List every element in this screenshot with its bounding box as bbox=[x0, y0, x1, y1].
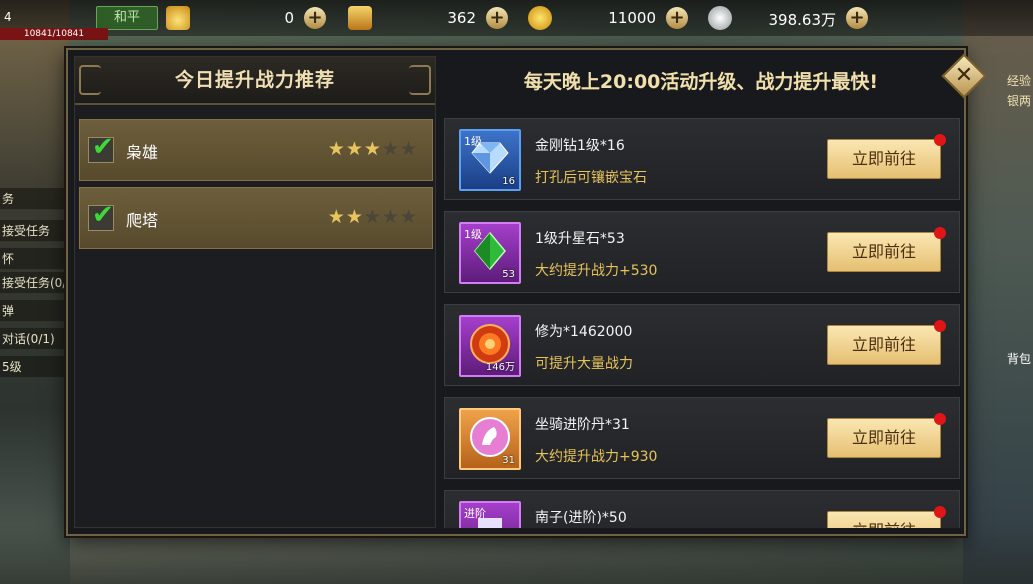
power-boost-panel: 今日提升战力推荐 ✔ 枭雄 ★★★★★ ✔ 爬塔 ★★★★★ 每天晚上20:00活动升级、… bbox=[66, 48, 987, 536]
resource-top-bar: 4 和平 10841/10841 0 + 362 + 11000 + 398.6… bbox=[0, 0, 1033, 40]
go-now-label: 立即前往 bbox=[852, 521, 916, 528]
checkbox-checked-icon[interactable]: ✔ bbox=[88, 200, 114, 231]
gold-coin-icon bbox=[528, 6, 552, 30]
resource-value: 0 bbox=[284, 9, 294, 27]
star-rating: ★★★★★ bbox=[328, 138, 418, 160]
star-icon: ★ bbox=[327, 206, 346, 228]
daily-recommend-header: 今日提升战力推荐 bbox=[75, 57, 435, 105]
boost-item-row: 1级 53 1级升星石*53 大约提升战力+530 立即前往 bbox=[444, 211, 960, 293]
resource-gold-ingot: 0 + bbox=[166, 6, 328, 30]
recommend-name: 爬塔 bbox=[126, 211, 159, 230]
item-count: 31 bbox=[502, 455, 515, 466]
task-entry[interactable]: 弹 bbox=[0, 300, 70, 322]
star-icon: ★ bbox=[327, 138, 346, 160]
item-slot[interactable]: 31 bbox=[459, 408, 521, 470]
item-level-tag: 1级 bbox=[464, 228, 482, 241]
item-description: 打孔后可镶嵌宝石 bbox=[535, 170, 647, 186]
gift-box-icon bbox=[348, 6, 372, 30]
item-description: 可提升大量战力 bbox=[535, 356, 633, 372]
resource-value: 11000 bbox=[608, 9, 656, 27]
boost-item-row: 31 坐骑进阶丹*31 大约提升战力+930 立即前往 bbox=[444, 397, 960, 479]
item-slot[interactable]: 进阶 bbox=[459, 501, 521, 528]
star-icon: ★ bbox=[363, 206, 382, 228]
red-dot-notification-icon bbox=[934, 134, 946, 146]
star-rating: ★★★★★ bbox=[328, 206, 418, 228]
item-description: 大约提升战力+530 bbox=[535, 263, 658, 279]
item-level-tag: 1级 bbox=[464, 135, 482, 148]
gold-ingot-icon bbox=[166, 6, 190, 30]
task-entry[interactable]: 接受任务 bbox=[0, 220, 70, 242]
task-tab[interactable]: 务 bbox=[0, 188, 70, 210]
task-entry[interactable]: 接受任务(0/1) bbox=[0, 272, 70, 294]
red-dot-notification-icon bbox=[934, 506, 946, 518]
go-now-label: 立即前往 bbox=[851, 428, 916, 447]
star-icon: ★ bbox=[345, 138, 364, 160]
add-gold-coin-button[interactable]: + bbox=[666, 7, 688, 29]
item-slot[interactable]: 1级 16 bbox=[459, 129, 521, 191]
resource-value: 398.63万 bbox=[768, 11, 837, 29]
star-icon: ★ bbox=[363, 138, 382, 160]
add-silver-coin-button[interactable]: + bbox=[846, 7, 868, 29]
star-icon: ★ bbox=[399, 206, 418, 228]
daily-recommend-title: 今日提升战力推荐 bbox=[174, 69, 335, 91]
boost-item-row: 进阶 南子(进阶)*50 立即前往 bbox=[444, 490, 960, 528]
recommend-row[interactable]: ✔ 枭雄 ★★★★★ bbox=[79, 119, 433, 181]
add-gift-button[interactable]: + bbox=[486, 7, 508, 29]
task-entry[interactable]: 怀 bbox=[0, 248, 70, 270]
item-name: 南子(进阶)*50 bbox=[535, 510, 627, 526]
item-count: 146万 bbox=[485, 362, 515, 373]
checkbox-checked-icon[interactable]: ✔ bbox=[88, 132, 114, 163]
item-name: 1级升星石*53 bbox=[535, 231, 625, 247]
silver-coin-icon bbox=[708, 6, 732, 30]
recommend-name: 枭雄 bbox=[126, 143, 159, 162]
task-entry[interactable]: 对话(0/1) bbox=[0, 328, 70, 350]
go-now-button[interactable]: 立即前往 bbox=[827, 134, 946, 179]
add-gold-ingot-button[interactable]: + bbox=[304, 7, 326, 29]
background-left-task-area: 务 接受任务 怀 接受任务(0/1) 弹 对话(0/1) 5级 bbox=[0, 0, 70, 584]
go-now-label: 立即前往 bbox=[851, 149, 916, 168]
item-name: 修为*1462000 bbox=[535, 324, 633, 340]
item-name: 金刚钻1级*16 bbox=[535, 138, 625, 154]
hp-bar: 10841/10841 bbox=[0, 28, 108, 40]
boost-items-column: 每天晚上20:00活动升级、战力提升最快! 1级 16 金刚钻1级*16 打孔后可镶嵌… bbox=[440, 56, 962, 528]
item-description: 大约提升战力+930 bbox=[535, 449, 658, 465]
daily-recommend-column: 今日提升战力推荐 ✔ 枭雄 ★★★★★ ✔ 爬塔 ★★★★★ bbox=[74, 56, 436, 528]
player-level: 4 bbox=[4, 10, 12, 24]
go-now-button[interactable]: 立即前往 bbox=[827, 320, 946, 365]
boost-item-row: 146万 修为*1462000 可提升大量战力 立即前往 bbox=[444, 304, 960, 386]
star-icon: ★ bbox=[381, 206, 400, 228]
resource-value: 362 bbox=[447, 9, 476, 27]
silver-label: 银两 bbox=[1006, 94, 1031, 108]
red-dot-notification-icon bbox=[934, 413, 946, 425]
close-button[interactable]: ✕ bbox=[941, 53, 987, 99]
boost-item-row: 1级 16 金刚钻1级*16 打孔后可镶嵌宝石 立即前往 bbox=[444, 118, 960, 200]
star-icon: ★ bbox=[381, 138, 400, 160]
recommend-row[interactable]: ✔ 爬塔 ★★★★★ bbox=[79, 187, 433, 249]
item-count: 16 bbox=[502, 176, 515, 187]
go-now-button[interactable]: 立即前往 bbox=[827, 227, 946, 272]
resource-gold-coin: 11000 + bbox=[528, 6, 690, 30]
item-count: 53 bbox=[502, 269, 515, 280]
item-level-tag: 进阶 bbox=[464, 507, 486, 520]
pk-mode-dropdown[interactable]: 和平 bbox=[96, 6, 158, 30]
event-tip-title: 每天晚上20:00活动升级、战力提升最快! bbox=[523, 71, 879, 93]
item-slot[interactable]: 1级 53 bbox=[459, 222, 521, 284]
go-now-label: 立即前往 bbox=[851, 335, 916, 354]
item-slot[interactable]: 146万 bbox=[459, 315, 521, 377]
go-now-label: 立即前往 bbox=[851, 242, 916, 261]
resource-gift: 362 + bbox=[348, 6, 510, 30]
item-name: 坐骑进阶丹*31 bbox=[535, 417, 630, 433]
red-dot-notification-icon bbox=[934, 227, 946, 239]
task-entry[interactable]: 5级 bbox=[0, 356, 70, 378]
star-icon: ★ bbox=[345, 206, 364, 228]
go-now-button[interactable]: 立即前往 bbox=[827, 413, 946, 458]
close-icon: ✕ bbox=[954, 63, 974, 88]
go-now-button[interactable]: 立即前往 bbox=[827, 506, 946, 528]
backpack-button[interactable]: 背包 bbox=[1007, 350, 1031, 367]
resource-silver-coin: 398.63万 + bbox=[708, 6, 870, 30]
star-icon: ★ bbox=[399, 138, 418, 160]
red-dot-notification-icon bbox=[934, 320, 946, 332]
exp-label: 经验 bbox=[1006, 74, 1031, 88]
